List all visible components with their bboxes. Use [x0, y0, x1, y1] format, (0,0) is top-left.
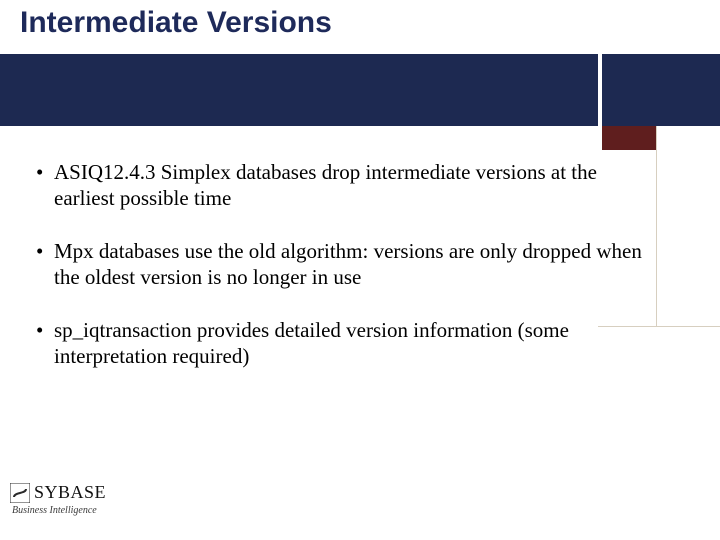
header-band [0, 54, 720, 126]
bullet-icon: • [36, 160, 54, 186]
logo-mark-icon [10, 483, 30, 503]
accent-vertical-line [656, 126, 657, 326]
accent-maroon [602, 126, 656, 150]
list-item: • Mpx databases use the old algorithm: v… [36, 239, 656, 290]
bullet-text: ASIQ12.4.3 Simplex databases drop interm… [54, 160, 656, 211]
header-band-gap [598, 54, 602, 126]
bullet-icon: • [36, 318, 54, 344]
slide: Intermediate Versions • ASIQ12.4.3 Simpl… [0, 0, 720, 540]
header-gap [0, 126, 602, 150]
logo-brand: SYBASE [34, 482, 106, 503]
logo: SYBASE Business Intelligence [10, 482, 160, 526]
logo-row: SYBASE [10, 482, 160, 503]
slide-title: Intermediate Versions [20, 6, 332, 40]
list-item: • sp_iqtransaction provides detailed ver… [36, 318, 656, 369]
bullet-icon: • [36, 239, 54, 265]
bullet-text: sp_iqtransaction provides detailed versi… [54, 318, 656, 369]
bullet-text: Mpx databases use the old algorithm: ver… [54, 239, 656, 290]
list-item: • ASIQ12.4.3 Simplex databases drop inte… [36, 160, 656, 211]
logo-tagline: Business Intelligence [12, 505, 160, 516]
title-area: Intermediate Versions [0, 0, 720, 54]
content-area: • ASIQ12.4.3 Simplex databases drop inte… [36, 160, 656, 398]
